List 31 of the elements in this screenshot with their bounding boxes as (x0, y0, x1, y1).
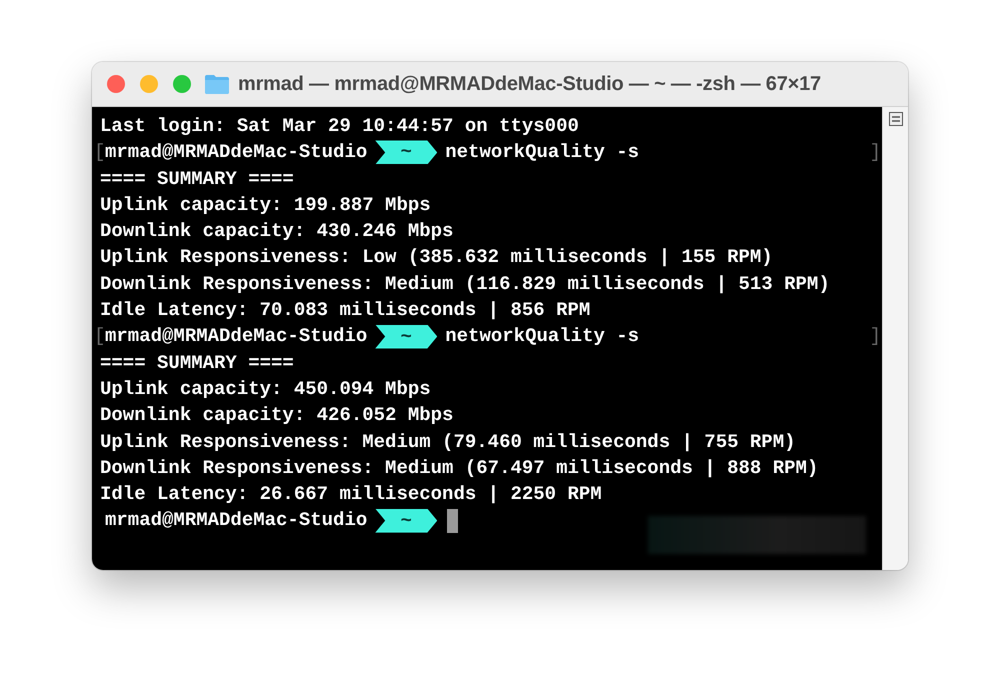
command: networkQuality -s (445, 324, 640, 350)
prompt-user: mrmad@MRMADdeMac-Studio (105, 140, 368, 166)
directory-segment: ~ (375, 324, 438, 349)
output-line: Downlink capacity: 430.246 Mbps (100, 219, 454, 244)
minimize-button[interactable] (140, 75, 158, 93)
zoom-button[interactable] (173, 75, 191, 93)
output-line: Downlink capacity: 426.052 Mbps (100, 403, 454, 428)
output-line: Last login: Sat Mar 29 10:44:57 on ttys000 (100, 114, 579, 139)
output-line: Uplink Responsiveness: Medium (79.460 milliseconds | 755 RPM) (100, 430, 796, 455)
bracket: ] (870, 324, 881, 350)
prompt-user: mrmad@MRMADdeMac-Studio (105, 508, 368, 534)
window-title: mrmad — mrmad@MRMADdeMac-Studio — ~ — -zsh — 67×17 (238, 72, 821, 96)
bracket: [ (94, 140, 105, 166)
close-button[interactable] (107, 75, 125, 93)
output-line: ==== SUMMARY ==== (100, 350, 294, 376)
output-line: Idle Latency: 26.667 milliseconds | 2250 RPM (100, 482, 602, 508)
output-line: Downlink Responsiveness: Medium (67.497 milliseconds | 888 RPM) (100, 456, 818, 481)
directory-segment: ~ (375, 140, 438, 164)
bracket: ] (870, 140, 881, 166)
output-line: Uplink Responsiveness: Low (385.632 milliseconds | 155 RPM) (100, 245, 773, 270)
folder-icon (204, 73, 230, 95)
scroll-marker-icon[interactable] (888, 112, 902, 126)
output-line: Idle Latency: 70.083 milliseconds | 856 RPM (100, 298, 590, 324)
output-line: Uplink capacity: 450.094 Mbps (100, 376, 431, 402)
command: networkQuality -s (445, 140, 640, 166)
output-line: ==== SUMMARY ==== (100, 166, 294, 192)
output-line: Downlink Responsiveness: Medium (116.829 milliseconds | 513 RPM) (100, 272, 830, 297)
prompt-user: mrmad@MRMADdeMac-Studio (105, 324, 368, 350)
output-line: Uplink capacity: 199.887 Mbps (100, 192, 431, 218)
bracket: [ (94, 324, 105, 350)
directory-segment: ~ (375, 508, 438, 533)
